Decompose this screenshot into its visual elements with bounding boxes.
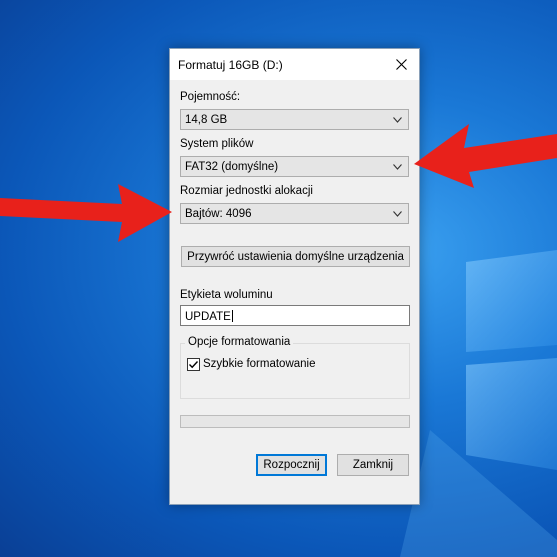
format-options-title: Opcje formatowania	[185, 336, 294, 348]
file-system-dropdown[interactable]: FAT32 (domyślne)	[180, 156, 409, 177]
chevron-down-icon	[393, 211, 402, 217]
capacity-label: Pojemność:	[180, 91, 241, 103]
file-system-value: FAT32 (domyślne)	[185, 161, 279, 173]
allocation-unit-dropdown[interactable]: Bajtów: 4096	[180, 203, 409, 224]
restore-defaults-button[interactable]: Przywróć ustawienia domyślne urządzenia	[181, 246, 410, 267]
checkmark-icon	[189, 361, 199, 369]
file-system-label: System plików	[180, 138, 254, 150]
dialog-title: Formatuj 16GB (D:)	[178, 58, 283, 72]
format-progress-bar	[180, 415, 410, 428]
capacity-dropdown[interactable]: 14,8 GB	[180, 109, 409, 130]
allocation-unit-value: Bajtów: 4096	[185, 208, 252, 220]
format-dialog: Formatuj 16GB (D:) Pojemność: 14,8 GB Sy…	[169, 48, 420, 505]
volume-label-label: Etykieta woluminu	[180, 289, 273, 301]
volume-label-input[interactable]: UPDATE	[180, 305, 410, 326]
quick-format-checkbox[interactable]	[187, 358, 200, 371]
close-window-button[interactable]	[383, 49, 419, 80]
format-options-group	[180, 343, 410, 399]
close-button[interactable]: Zamknij	[337, 454, 409, 476]
capacity-value: 14,8 GB	[185, 114, 228, 126]
quick-format-label: Szybkie formatowanie	[203, 358, 316, 370]
title-bar: Formatuj 16GB (D:)	[170, 49, 419, 80]
annotation-arrow-right	[414, 124, 557, 188]
close-icon	[395, 59, 407, 70]
chevron-down-icon	[393, 117, 402, 123]
allocation-unit-label: Rozmiar jednostki alokacji	[180, 185, 313, 197]
start-button[interactable]: Rozpocznij	[256, 454, 327, 476]
chevron-down-icon	[393, 164, 402, 170]
text-caret	[231, 310, 233, 322]
annotation-arrow-left	[0, 184, 172, 242]
volume-label-value: UPDATE	[185, 311, 231, 323]
